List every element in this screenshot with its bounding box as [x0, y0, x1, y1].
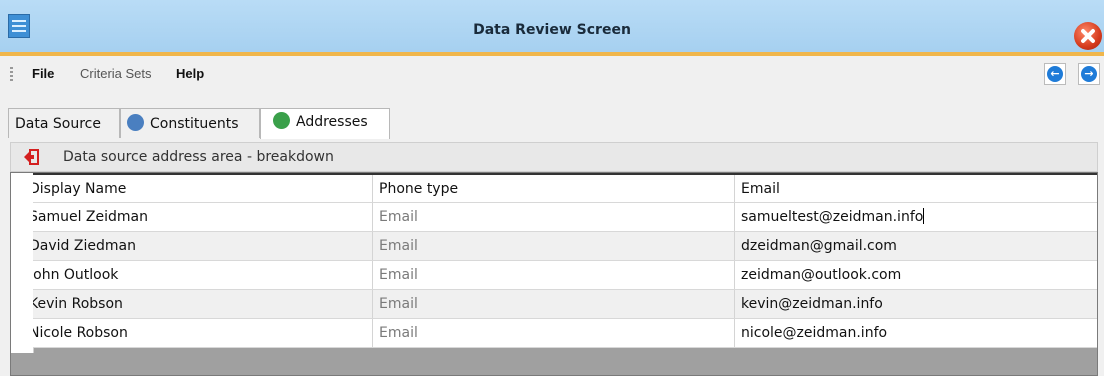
- tab-label: Constituents: [150, 116, 239, 132]
- cell-phone-type[interactable]: Email: [373, 232, 735, 260]
- back-arrow-icon: ←: [1047, 66, 1063, 82]
- cell-display-name[interactable]: Samuel Zeidman: [33, 203, 373, 231]
- back-button[interactable]: ←: [1044, 63, 1066, 85]
- tab-addresses[interactable]: Addresses: [260, 108, 390, 139]
- grid-header: Display Name Phone type Email: [33, 173, 1097, 203]
- column-header-phone-type[interactable]: Phone type: [373, 175, 735, 202]
- cell-email[interactable]: dzeidman@gmail.com: [735, 232, 1097, 260]
- cell-email[interactable]: samueltest@zeidman.info: [735, 203, 1097, 231]
- table-row[interactable]: Samuel Zeidman Email samueltest@zeidman.…: [33, 203, 1097, 232]
- tab-constituents[interactable]: Constituents: [120, 108, 260, 138]
- row-selector-column: [11, 173, 34, 353]
- cell-display-name[interactable]: David Ziedman: [33, 232, 373, 260]
- menu-criteria-sets[interactable]: Criteria Sets: [80, 66, 152, 81]
- title-bar: Data Review Screen: [0, 0, 1104, 56]
- table-row[interactable]: David Ziedman Email dzeidman@gmail.com: [33, 232, 1097, 261]
- close-icon[interactable]: [1074, 22, 1102, 50]
- toolbar-grip[interactable]: [10, 67, 13, 81]
- cell-phone-type[interactable]: Email: [373, 203, 735, 231]
- tab-label: Addresses: [296, 114, 368, 130]
- cell-display-name[interactable]: Nicole Robson: [33, 319, 373, 347]
- addresses-home-icon: [273, 112, 290, 129]
- cell-email-value: samueltest@zeidman.info: [741, 209, 924, 225]
- cell-email[interactable]: nicole@zeidman.info: [735, 319, 1097, 347]
- cell-display-name[interactable]: Kevin Robson: [33, 290, 373, 318]
- cell-phone-type[interactable]: Email: [373, 319, 735, 347]
- constituents-icon: [127, 114, 144, 131]
- window-title: Data Review Screen: [473, 22, 631, 38]
- menu-bar: File Criteria Sets Help ← →: [0, 56, 1104, 90]
- text-caret: [923, 208, 925, 224]
- address-grid: Display Name Phone type Email Samuel Zei…: [10, 172, 1098, 376]
- panel-header: Data source address area - breakdown: [10, 142, 1098, 172]
- menu-help[interactable]: Help: [176, 66, 204, 81]
- panel-title: Data source address area - breakdown: [63, 149, 334, 165]
- table-row[interactable]: John Outlook Email zeidman@outlook.com: [33, 261, 1097, 290]
- tab-label: Data Source: [15, 116, 101, 132]
- table-row[interactable]: Kevin Robson Email kevin@zeidman.info: [33, 290, 1097, 319]
- cell-email[interactable]: kevin@zeidman.info: [735, 290, 1097, 318]
- table-row[interactable]: Nicole Robson Email nicole@zeidman.info: [33, 319, 1097, 348]
- cell-phone-type[interactable]: Email: [373, 261, 735, 289]
- forward-button[interactable]: →: [1078, 63, 1100, 85]
- forward-arrow-icon: →: [1081, 66, 1097, 82]
- tab-data-source[interactable]: Data Source: [8, 108, 120, 138]
- cell-email[interactable]: zeidman@outlook.com: [735, 261, 1097, 289]
- cell-phone-type[interactable]: Email: [373, 290, 735, 318]
- menu-file[interactable]: File: [32, 66, 54, 81]
- column-header-display-name[interactable]: Display Name: [33, 175, 373, 202]
- cell-display-name[interactable]: John Outlook: [33, 261, 373, 289]
- column-header-email[interactable]: Email: [735, 175, 1097, 202]
- exit-icon[interactable]: [23, 149, 39, 165]
